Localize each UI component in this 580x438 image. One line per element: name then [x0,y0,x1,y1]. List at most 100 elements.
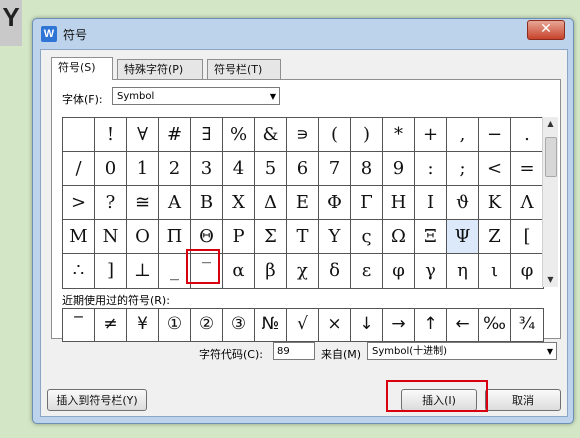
symbol-cell[interactable]: # [159,118,191,152]
symbol-cell[interactable]: ) [351,118,383,152]
symbol-cell[interactable]: 0 [95,152,127,186]
symbol-cell[interactable]: Ρ [223,220,255,254]
symbol-cell[interactable]: Μ [63,220,95,254]
symbol-cell[interactable]: 4 [223,152,255,186]
symbol-cell[interactable]: χ [287,254,319,288]
symbol-cell[interactable]: ? [95,186,127,220]
symbol-cell[interactable]: 6 [287,152,319,186]
scroll-up-icon[interactable]: ▲ [543,117,558,131]
symbol-cell[interactable]: Φ [319,186,351,220]
symbol-cell[interactable]: α [223,254,255,288]
recent-symbol-cell[interactable]: ← [447,309,479,341]
scroll-thumb[interactable] [545,137,557,177]
symbol-cell[interactable]: Ψ [447,220,479,254]
recent-symbol-cell[interactable]: √ [287,309,319,341]
recent-symbol-cell[interactable]: ¥ [127,309,159,341]
recent-symbol-cell[interactable]: № [255,309,287,341]
symbol-cell[interactable] [63,118,95,152]
tab-symbols[interactable]: 符号(S) [51,57,113,80]
symbol-cell[interactable]: 8 [351,152,383,186]
symbol-cell[interactable]: β [255,254,287,288]
symbol-cell[interactable]: ε [351,254,383,288]
symbol-cell[interactable]: Τ [287,220,319,254]
cancel-button[interactable]: 取消 [485,389,561,411]
symbol-cell[interactable]: Σ [255,220,287,254]
symbol-cell[interactable]: ∃ [191,118,223,152]
symbol-cell[interactable]: ⊥ [127,254,159,288]
symbol-cell[interactable]: ϑ [447,186,479,220]
symbol-cell[interactable]: ! [95,118,127,152]
insert-to-symbol-bar-button[interactable]: 插入到符号栏(Y) [47,389,147,411]
symbol-cell[interactable]: 2 [159,152,191,186]
symbol-cell[interactable]: η [447,254,479,288]
symbol-cell[interactable]: ∍ [287,118,319,152]
char-code-input[interactable]: 89 [273,342,315,360]
symbol-cell[interactable]: 1 [127,152,159,186]
symbol-cell[interactable]: Ο [127,220,159,254]
symbol-cell[interactable]: − [479,118,511,152]
symbol-cell[interactable]: Ι [415,186,447,220]
symbol-cell[interactable]: 9 [383,152,415,186]
recent-symbol-cell[interactable]: ③ [223,309,255,341]
recent-symbol-cell[interactable]: ↓ [351,309,383,341]
grid-scrollbar[interactable]: ▲ ▼ [542,117,558,287]
symbol-cell[interactable]: γ [415,254,447,288]
symbol-cell[interactable]: > [63,186,95,220]
symbol-cell[interactable]: Ξ [415,220,447,254]
symbol-cell[interactable]: : [415,152,447,186]
symbol-cell[interactable]: ι [479,254,511,288]
symbol-cell[interactable]: / [63,152,95,186]
font-select[interactable]: Symbol ▼ [112,87,280,105]
scroll-down-icon[interactable]: ▼ [543,273,558,287]
recent-symbol-cell[interactable]: ② [191,309,223,341]
symbol-cell[interactable]: ς [351,220,383,254]
symbol-cell[interactable]: Β [191,186,223,220]
symbol-cell[interactable]: ∀ [127,118,159,152]
symbol-cell[interactable]: φ [511,254,543,288]
symbol-cell[interactable]: ; [447,152,479,186]
symbol-cell[interactable]: Δ [255,186,287,220]
symbol-cell[interactable]: Κ [479,186,511,220]
symbol-cell[interactable]: Λ [511,186,543,220]
symbol-cell[interactable]: δ [319,254,351,288]
symbol-cell[interactable]: ≅ [127,186,159,220]
symbol-cell[interactable]: Ζ [479,220,511,254]
recent-symbol-cell[interactable]: ① [159,309,191,341]
symbol-cell[interactable]: ] [95,254,127,288]
from-select[interactable]: Symbol(十进制) ▼ [367,342,557,360]
recent-symbol-cell[interactable]: ↑ [415,309,447,341]
symbol-cell[interactable]: Ν [95,220,127,254]
symbol-cell[interactable]: Α [159,186,191,220]
symbol-cell[interactable]: % [223,118,255,152]
recent-symbol-cell[interactable]: → [383,309,415,341]
symbol-cell[interactable]: Ε [287,186,319,220]
recent-symbols[interactable]: ‾ ≠ ¥ ① ② ③ № √ × ↓ → ↑ ← ‰ ¾ [62,308,544,342]
symbol-cell[interactable]: ∴ [63,254,95,288]
recent-symbol-cell[interactable]: ¾ [511,309,543,341]
symbol-cell[interactable]: 3 [191,152,223,186]
symbol-cell[interactable]: Γ [351,186,383,220]
symbol-cell[interactable]: 5 [255,152,287,186]
recent-symbol-cell[interactable]: ‾ [63,309,95,341]
recent-symbol-cell[interactable]: ≠ [95,309,127,341]
symbol-cell[interactable]: < [479,152,511,186]
symbol-cell[interactable]: 7 [319,152,351,186]
tab-symbol-bar[interactable]: 符号栏(T) [207,59,281,79]
symbol-cell[interactable]: Υ [319,220,351,254]
symbol-cell[interactable]: = [511,152,543,186]
symbol-cell[interactable]: φ [383,254,415,288]
recent-symbol-cell[interactable]: × [319,309,351,341]
symbol-cell[interactable]: Χ [223,186,255,220]
symbol-cell[interactable]: , [447,118,479,152]
symbol-cell[interactable]: Η [383,186,415,220]
symbol-cell[interactable]: [ [511,220,543,254]
symbol-cell[interactable]: Ω [383,220,415,254]
recent-symbol-cell[interactable]: ‰ [479,309,511,341]
symbol-cell[interactable]: * [383,118,415,152]
symbol-cell[interactable]: + [415,118,447,152]
symbol-cell[interactable]: . [511,118,543,152]
close-button[interactable]: ✕ [527,20,565,40]
symbol-grid[interactable]: ! ∀ # ∃% & ∍() * +, −. /0 1 2 3 4 5 6 7 8 9:; < = >? ≅ Α Β Χ Δ Ε Φ Γ Η… [62,117,544,289]
symbol-cell[interactable]: ( [319,118,351,152]
symbol-cell[interactable]: & [255,118,287,152]
